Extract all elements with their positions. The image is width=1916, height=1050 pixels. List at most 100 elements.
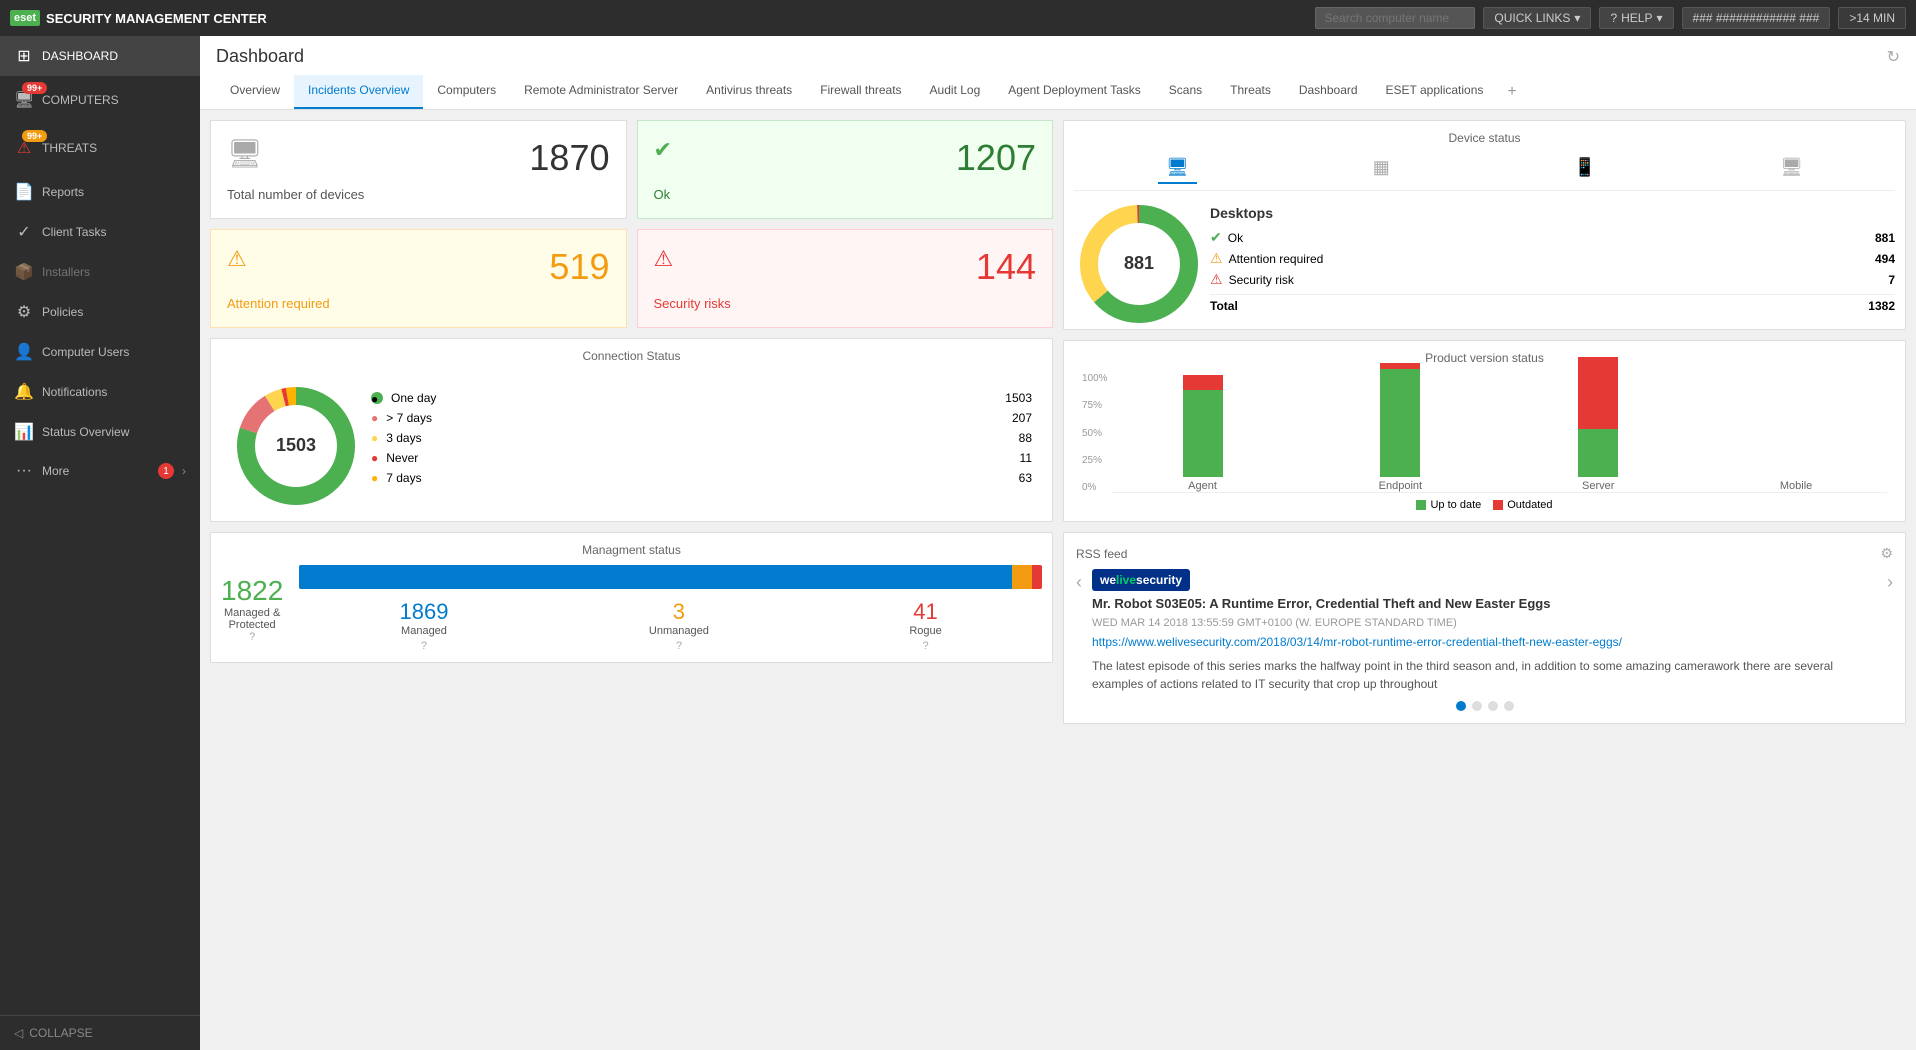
sidebar-label-threats: THREATS (42, 141, 97, 155)
rss-dot-4[interactable] (1504, 701, 1514, 711)
tab-agent-deployment[interactable]: Agent Deployment Tasks (994, 75, 1155, 109)
tab-dashboard[interactable]: Dashboard (1285, 75, 1372, 109)
status-overview-icon: 📊 (14, 422, 34, 442)
connection-donut-svg: 1503 (231, 381, 361, 511)
security-risks-number: 144 (976, 246, 1036, 288)
mgmt-unmanaged-num: 3 (649, 599, 709, 625)
mgmt-bar-yellow (1012, 565, 1032, 589)
eset-logo-box: eset (10, 10, 40, 26)
sidebar-item-reports[interactable]: 📄 Reports (0, 172, 200, 212)
device-legend: Desktops ✔ Ok 881 ⚠ Attention required 4… (1210, 205, 1895, 313)
management-status-card: Managment status 1822 Managed & Protecte… (210, 532, 1053, 663)
sidebar-item-threats[interactable]: ⚠ THREATS 99+ (0, 124, 200, 172)
never-dot: ● (371, 451, 378, 465)
more-icon: ··· (14, 462, 34, 480)
search-input[interactable] (1315, 7, 1475, 29)
bar-agent-stack (1183, 375, 1223, 477)
legend-one-day: ● One day 1503 (371, 391, 1032, 405)
device-tab-virtual[interactable]: 🖥 (1772, 153, 1811, 184)
product-version-card: Product version status 100% 75% 50% 25% … (1063, 340, 1906, 522)
sidebar-item-computers[interactable]: 🖥 COMPUTERS 99+ (0, 76, 200, 124)
mgmt-bar-fill (299, 565, 1012, 589)
security-risks-card: ⚠ 144 Security risks (637, 229, 1054, 328)
y-label-0: 0% (1082, 482, 1108, 493)
tab-antivirus[interactable]: Antivirus threats (692, 75, 806, 109)
right-column: Device status 🖥 ▦ 📱 🖥 (1063, 120, 1906, 823)
refresh-icon[interactable]: ↻ (1887, 47, 1900, 67)
7days-plus-dot: ● (371, 411, 378, 425)
sidebar-item-status-overview[interactable]: 📊 Status Overview (0, 412, 200, 452)
rogue-help-icon[interactable]: ? (922, 640, 928, 652)
tab-remote-admin[interactable]: Remote Administrator Server (510, 75, 692, 109)
ok-label: Ok (654, 187, 1037, 202)
tab-add-button[interactable]: + (1497, 75, 1526, 109)
installers-icon: 📦 (14, 262, 34, 282)
tab-computers[interactable]: Computers (423, 75, 510, 109)
management-status-content: 1822 Managed & Protected ? (221, 565, 1042, 652)
tab-incidents-overview[interactable]: Incidents Overview (294, 75, 423, 109)
left-column: 🖥 1870 Total number of devices ✔ 1207 Ok (210, 120, 1053, 823)
device-tab-desktop[interactable]: 🖥 (1158, 153, 1197, 184)
chevron-down-icon: ▾ (1574, 11, 1580, 25)
bar-server-red (1578, 357, 1618, 429)
sidebar-item-notifications[interactable]: 🔔 Notifications (0, 372, 200, 412)
ok-header: ✔ 1207 (654, 137, 1037, 179)
rss-article-text: The latest episode of this series marks … (1092, 657, 1877, 693)
mgmt-help-icon[interactable]: ? (249, 631, 255, 643)
tab-threats[interactable]: Threats (1216, 75, 1285, 109)
sidebar-item-dashboard[interactable]: ⊞ DASHBOARD (0, 36, 200, 76)
sidebar-item-computer-users[interactable]: 👤 Computer Users (0, 332, 200, 372)
unmanaged-help-icon[interactable]: ? (676, 640, 682, 652)
help-label: HELP (1621, 11, 1652, 25)
sidebar-item-more[interactable]: ··· More 1 › (0, 452, 200, 490)
rss-article-link[interactable]: https://www.welivesecurity.com/2018/03/1… (1092, 635, 1877, 649)
sidebar-label-installers: Installers (42, 265, 90, 279)
tab-scans[interactable]: Scans (1155, 75, 1216, 109)
rss-prev-arrow[interactable]: ‹ (1076, 572, 1082, 693)
y-label-25: 25% (1082, 455, 1108, 466)
tab-eset-apps[interactable]: ESET applications (1372, 75, 1498, 109)
bar-server: Server (1507, 357, 1689, 492)
bar-agent: Agent (1112, 375, 1294, 492)
security-risks-label: Security risks (654, 296, 1037, 311)
device-ok-icon: ✔ (1210, 229, 1222, 246)
attention-header: ⚠ 519 (227, 246, 610, 288)
sidebar-item-policies[interactable]: ⚙ Policies (0, 292, 200, 332)
rss-content: ‹ welivesecurity Mr. Robot S03E05: A Run… (1076, 572, 1893, 693)
outdated-label: Outdated (1507, 499, 1552, 511)
never-label: Never (386, 451, 418, 465)
connection-center-label: 1503 (276, 435, 316, 455)
rss-dot-3[interactable] (1488, 701, 1498, 711)
device-tab-mobile[interactable]: 📱 (1566, 153, 1604, 184)
sidebar-label-reports: Reports (42, 185, 84, 199)
rss-settings-icon[interactable]: ⚙ (1880, 545, 1893, 562)
one-day-label: One day (391, 391, 436, 405)
mgmt-managed-num: 1869 (400, 599, 449, 625)
rss-dot-1[interactable] (1456, 701, 1466, 711)
y-axis-labels: 100% 75% 50% 25% 0% (1082, 373, 1112, 493)
sidebar-collapse-button[interactable]: ◁ COLLAPSE (0, 1015, 200, 1050)
bar-server-green (1578, 429, 1618, 477)
device-ok-num: 881 (1875, 231, 1895, 245)
7days-dot: ● (371, 471, 378, 485)
managed-help-icon[interactable]: ? (421, 640, 427, 652)
rss-next-arrow[interactable]: › (1887, 572, 1893, 693)
mgmt-number: 1822 (221, 575, 283, 607)
rss-article-title: Mr. Robot S03E05: A Runtime Error, Crede… (1092, 595, 1877, 613)
help-button[interactable]: ? HELP ▾ (1599, 7, 1673, 29)
dashboard-icon: ⊞ (14, 46, 34, 66)
client-tasks-icon: ✓ (14, 222, 34, 242)
tab-firewall[interactable]: Firewall threats (806, 75, 915, 109)
y-label-75: 75% (1082, 400, 1108, 411)
rss-body: welivesecurity Mr. Robot S03E05: A Runti… (1092, 572, 1877, 693)
quick-links-button[interactable]: QUICK LINKS ▾ (1483, 7, 1591, 29)
computers-badge: 99+ (22, 82, 47, 94)
device-tab-server[interactable]: ▦ (1365, 153, 1398, 184)
7days-plus-label: > 7 days (386, 411, 432, 425)
sidebar-item-client-tasks[interactable]: ✓ Client Tasks (0, 212, 200, 252)
rss-dot-2[interactable] (1472, 701, 1482, 711)
help-icon: ? (1610, 11, 1617, 25)
tab-audit-log[interactable]: Audit Log (916, 75, 995, 109)
device-total-num: 1382 (1868, 299, 1895, 313)
tab-overview[interactable]: Overview (216, 75, 294, 109)
